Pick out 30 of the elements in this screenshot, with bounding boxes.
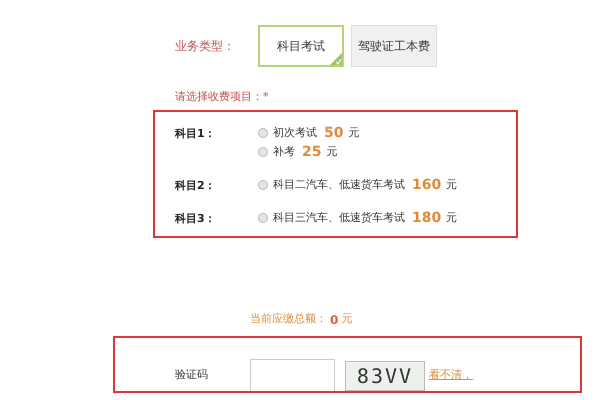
option-label: 科目二汽车、低速货车考试 xyxy=(273,176,405,193)
captcha-input[interactable] xyxy=(250,358,335,392)
option-label: 科目三汽车、低速货车考试 xyxy=(273,210,405,226)
radio-button[interactable] xyxy=(258,213,268,223)
price-value: 160 xyxy=(412,176,442,194)
subject-label: 科目2： xyxy=(175,178,217,194)
option-label: 初次考试 xyxy=(273,124,317,141)
total-unit: 元 xyxy=(341,311,352,328)
price-value: 50 xyxy=(324,124,344,142)
radio-button[interactable] xyxy=(258,180,268,190)
radio-button[interactable] xyxy=(258,147,268,157)
option-button[interactable]: 驾驶证工本费 xyxy=(351,25,437,67)
radio-button[interactable] xyxy=(258,128,268,138)
section-heading: 请选择收费项目：* xyxy=(175,89,270,105)
subject-label: 科目1： xyxy=(175,126,217,142)
captcha-image: 83VV xyxy=(345,360,425,390)
check-corner-icon xyxy=(330,53,342,65)
option-button[interactable]: 科目考试 xyxy=(258,25,344,67)
price-unit: 元 xyxy=(446,176,458,193)
price-value: 180 xyxy=(412,208,442,228)
subject-label: 科目3： xyxy=(175,210,217,226)
option-label: 补考 xyxy=(273,144,295,160)
total-amount: 0 xyxy=(330,312,338,328)
field-label: 验证码 xyxy=(175,367,209,384)
price-value: 25 xyxy=(302,142,322,162)
price-unit: 元 xyxy=(348,124,360,141)
price-unit: 元 xyxy=(326,144,338,160)
field-label: 业务类型： xyxy=(175,38,236,55)
total-label: 当前应缴总额： xyxy=(250,311,327,328)
price-unit: 元 xyxy=(446,210,458,226)
